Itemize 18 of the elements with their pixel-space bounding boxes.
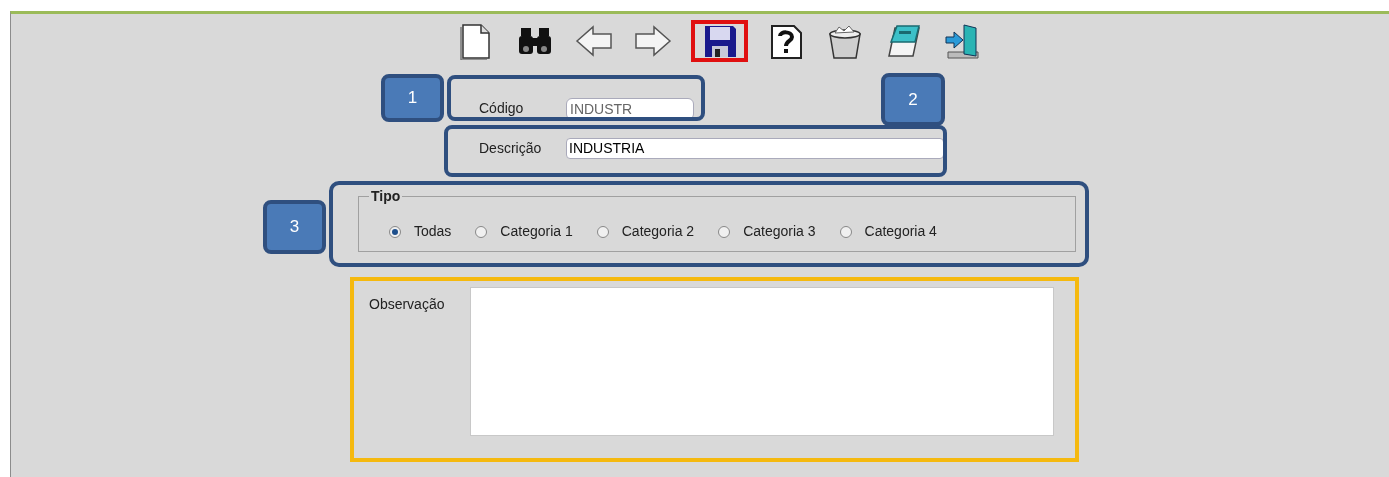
group-title: Tipo: [370, 187, 402, 206]
field-label: Observação: [369, 295, 446, 314]
radio-button[interactable]: [475, 225, 488, 238]
input-field[interactable]: INDUSTRIA: [566, 137, 944, 159]
radio-label: Categoria 4: [864, 222, 937, 241]
callout-badge: 3: [263, 200, 326, 254]
radio-label: Todas: [414, 222, 452, 241]
field-label: Código: [479, 99, 525, 118]
field-label: Descrição: [479, 138, 543, 158]
callout-badge: 1: [381, 74, 444, 122]
callout-badge: 2: [881, 73, 945, 126]
radio-label: Categoria 3: [743, 222, 816, 241]
radio-button[interactable]: [596, 225, 609, 238]
radio-label: Categoria 1: [500, 222, 573, 241]
radio-label: Categoria 2: [621, 222, 695, 241]
radio-button[interactable]: [718, 225, 731, 238]
radio-button[interactable]: [839, 225, 852, 238]
radio-button[interactable]: [389, 225, 401, 238]
